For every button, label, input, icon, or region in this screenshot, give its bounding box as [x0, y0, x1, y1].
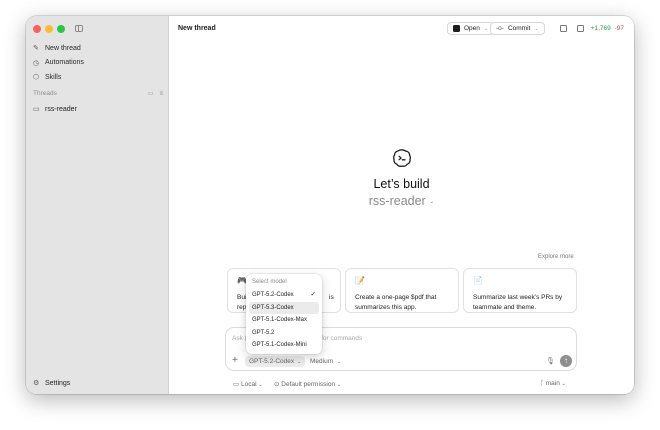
- suggestion-text-fragment: is: [329, 294, 334, 301]
- model-option-label: GPT-5.1-Codex-Max: [252, 317, 308, 323]
- minimize-window-button[interactable]: [45, 25, 53, 33]
- laptop-icon: ▭: [233, 381, 240, 388]
- clock-icon: ◷: [33, 59, 40, 67]
- edit-icon: ✎: [33, 45, 39, 53]
- model-menu: Select model GPT-5.2-Codex ✓ GPT-5.3-Cod…: [246, 274, 322, 354]
- environment-label: Local: [240, 381, 257, 388]
- app-window: ✎ New thread ◷ Automations ⬡ Skills Thre…: [26, 16, 634, 394]
- page-title: New thread: [178, 25, 216, 32]
- model-option[interactable]: GPT-5.1-Codex-Max: [249, 314, 319, 327]
- close-window-button[interactable]: [33, 25, 41, 33]
- effort-label: Medium: [310, 358, 334, 365]
- chevron-down-icon: ⌄: [534, 25, 539, 32]
- chevron-down-icon: ⌄: [336, 382, 342, 388]
- commit-button[interactable]: -o- Commit ⌄: [490, 22, 545, 35]
- permission-label: Default permission: [281, 381, 336, 388]
- settings-label: Settings: [45, 379, 71, 387]
- explore-more-link[interactable]: Explore more: [538, 254, 574, 260]
- chevron-down-icon: ⌄: [297, 358, 302, 365]
- project-selector[interactable]: rss-reader ⌄: [169, 194, 634, 208]
- sidebar-item-label: New thread: [45, 44, 81, 52]
- codex-logo-icon: [392, 148, 412, 168]
- filter-icon[interactable]: ≡: [159, 91, 163, 97]
- model-option-label: GPT-5.1-Codex-Mini: [252, 342, 307, 348]
- lines-added: +1,769: [590, 25, 611, 32]
- branch-label: main: [545, 380, 560, 387]
- thread-label: rss-reader: [45, 105, 77, 113]
- thread-item-rss-reader[interactable]: ▭ rss-reader: [33, 105, 77, 114]
- sidebar-item-skills[interactable]: ⬡ Skills: [33, 70, 163, 85]
- model-option-label: GPT-5.2: [252, 329, 275, 336]
- hero: Let’s build rss-reader ⌄: [169, 148, 634, 208]
- settings-button[interactable]: ⚙ Settings: [33, 379, 71, 388]
- suggestion-card[interactable]: 📝 Create a one-page $pdf that summarizes…: [345, 268, 459, 313]
- new-folder-icon[interactable]: ▭: [148, 90, 154, 97]
- suggestion-text: Create a one-page $pdf that summarizes t…: [355, 294, 437, 311]
- sidebar-item-label: Automations: [45, 59, 84, 67]
- placeholder-fragment: Ask (: [232, 335, 247, 342]
- model-option[interactable]: GPT-5.3-Codex: [249, 301, 319, 314]
- commit-label: Commit: [507, 25, 531, 32]
- diff-panel-icon[interactable]: [577, 25, 584, 32]
- threads-heading: Threads: [33, 90, 57, 97]
- top-bar: New thread Open ⌄ -o- Commit ⌄ +1,769 -9…: [169, 16, 634, 41]
- threads-header: Threads ▭ ≡: [33, 90, 163, 97]
- model-label: GPT-5.2-Codex: [249, 358, 295, 365]
- model-menu-header: Select model: [252, 279, 287, 285]
- open-label: Open: [464, 25, 480, 32]
- lines-removed: -97: [614, 25, 624, 32]
- sidebar-item-automations[interactable]: ◷ Automations: [33, 56, 163, 71]
- send-button[interactable]: ↑: [560, 355, 572, 367]
- sidebar-item-new-thread[interactable]: ✎ New thread: [33, 41, 163, 56]
- model-selector[interactable]: GPT-5.2-Codex ⌄: [245, 356, 306, 367]
- pencil-icon: 📝: [355, 276, 365, 285]
- sidebar-nav: ✎ New thread ◷ Automations ⬡ Skills: [33, 41, 163, 85]
- chevron-down-icon: ⌄: [336, 359, 342, 365]
- terminal-icon[interactable]: [560, 25, 567, 32]
- diff-stats[interactable]: +1,769 -97: [591, 25, 624, 32]
- chevron-down-icon: ⌄: [483, 25, 489, 32]
- model-option-label: GPT-5.2-Codex: [252, 292, 294, 298]
- suggestion-card[interactable]: 📄 Summarize last week’s PRs by teammate …: [463, 268, 577, 313]
- commit-icon: -o-: [496, 25, 504, 32]
- sidebar: ✎ New thread ◷ Automations ⬡ Skills Thre…: [26, 16, 169, 394]
- gear-icon: ⚙: [33, 380, 40, 387]
- permission-selector[interactable]: ⊙ Default permission ⌄: [274, 380, 341, 388]
- chevron-down-icon: ⌄: [258, 382, 263, 388]
- zoom-window-button[interactable]: [57, 25, 65, 33]
- chevron-down-icon: ⌄: [429, 199, 435, 205]
- sidebar-toggle-icon[interactable]: [75, 25, 83, 32]
- folder-icon: ▭: [33, 106, 40, 113]
- model-option[interactable]: GPT-5.2: [249, 327, 319, 340]
- model-option-label: GPT-5.3-Codex: [252, 304, 294, 311]
- window-controls: [33, 25, 65, 33]
- branch-icon: ᚴ: [540, 380, 544, 387]
- chevron-down-icon: ⌄: [561, 381, 566, 387]
- sidebar-item-label: Skills: [45, 73, 62, 81]
- suggestion-text: Summarize last week’s PRs by teammate an…: [473, 294, 563, 311]
- hero-title: Let’s build: [373, 177, 430, 191]
- document-icon: 📄: [473, 276, 483, 285]
- model-option[interactable]: GPT-5.1-Codex-Mini: [249, 339, 319, 352]
- add-attachment-button[interactable]: +: [232, 356, 238, 366]
- model-option[interactable]: GPT-5.2-Codex ✓: [249, 289, 319, 302]
- reasoning-effort-selector[interactable]: Medium ⌄: [310, 358, 341, 365]
- shield-icon: ⊙: [274, 381, 280, 388]
- main-panel: New thread Open ⌄ -o- Commit ⌄ +1,769 -9…: [169, 16, 634, 394]
- microphone-icon[interactable]: 🎙: [546, 357, 555, 365]
- environment-selector[interactable]: ▭ Local ⌄: [233, 380, 263, 388]
- checkmark-icon: ✓: [310, 291, 316, 298]
- branch-selector[interactable]: ᚴ main ⌄: [540, 380, 566, 387]
- project-name: rss-reader: [368, 194, 426, 208]
- open-button[interactable]: Open ⌄: [447, 22, 495, 35]
- skills-icon: ⬡: [33, 74, 40, 82]
- app-icon: [453, 25, 460, 32]
